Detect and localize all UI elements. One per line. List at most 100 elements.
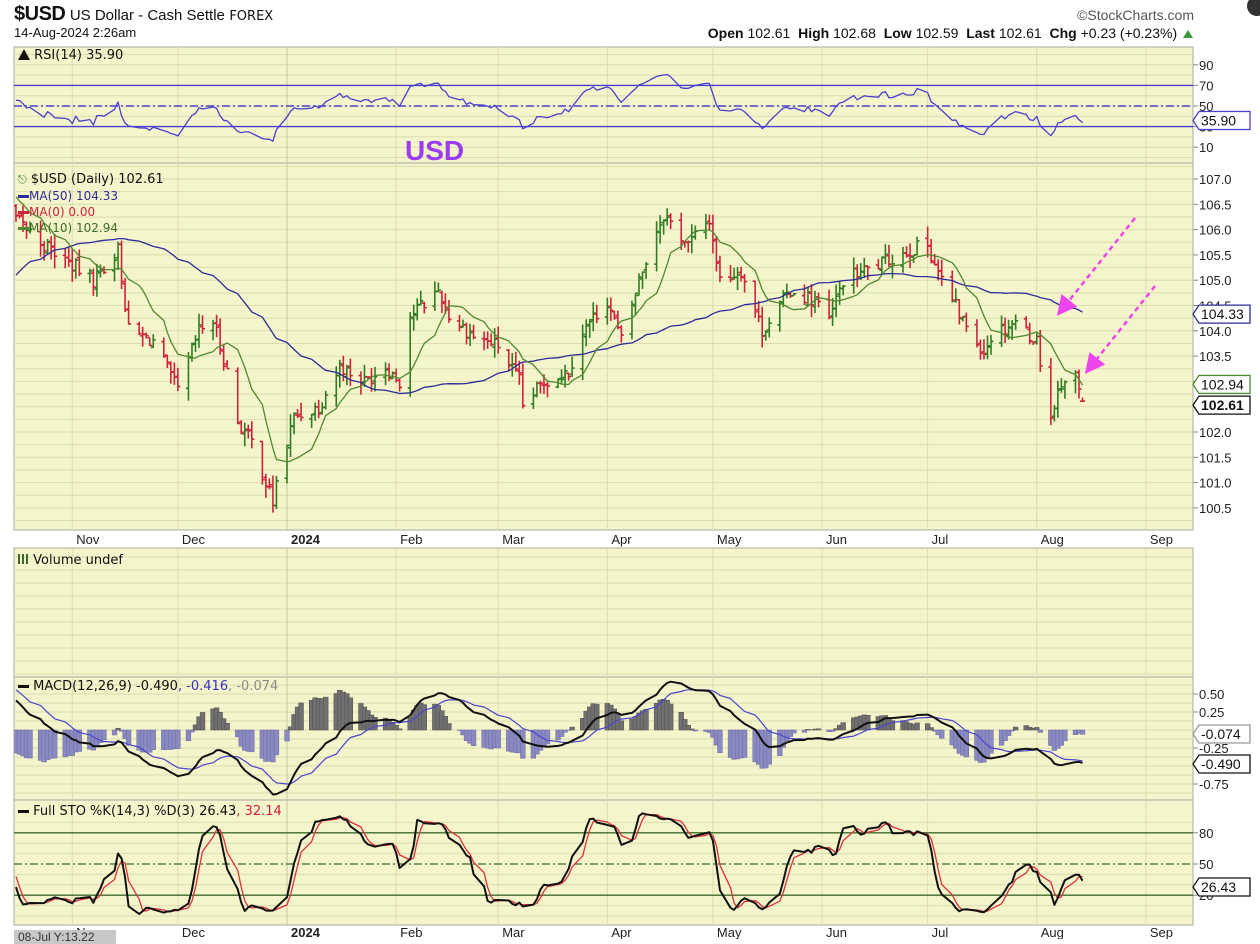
sto-legend: Full STO %K(14,3) %D(3) 26.43, 32.14 xyxy=(18,804,282,819)
price-panel xyxy=(14,163,1193,530)
macd-hist-bar xyxy=(668,704,673,730)
macd-hist-bar xyxy=(274,730,279,755)
y-tick-label: 80 xyxy=(1199,826,1213,841)
stock-chart[interactable]: NovNovDecDec20242024FebFebMarMarAprAprMa… xyxy=(0,0,1260,939)
vol-panel xyxy=(14,548,1193,677)
x-tick-label: Mar xyxy=(502,532,525,547)
rsi-value-tag: 35.90 xyxy=(1193,112,1250,130)
chart-title: $USD US Dollar - Cash Settle FOREX xyxy=(14,3,273,26)
macd-hist-bar xyxy=(644,709,649,730)
y-tick-label: 0.50 xyxy=(1199,687,1224,702)
ma50-swatch-icon xyxy=(18,195,29,198)
sto-d-label: , 32.14 xyxy=(236,804,281,819)
rsi-label: RSI(14) 35.90 xyxy=(34,48,123,63)
ma0-label: MA(0) 0.00 xyxy=(29,205,95,219)
high-value: 102.68 xyxy=(833,25,876,41)
x-tick-label: May xyxy=(717,532,742,547)
macd-hist-bar xyxy=(52,730,57,758)
macd-hist-bar xyxy=(200,712,205,730)
x-tick-label: May xyxy=(717,925,742,939)
macd-label: MACD(12,26,9) -0.490 xyxy=(33,679,178,694)
y-tick-label: 101.0 xyxy=(1199,476,1232,491)
macd-hist-bar xyxy=(929,728,934,730)
last-value: 102.61 xyxy=(999,25,1042,41)
sto-k-tag: 26.43 xyxy=(1193,878,1250,896)
macd-swatch-icon xyxy=(18,685,29,688)
brand-logo[interactable]: ©StockCharts.com xyxy=(1077,7,1194,23)
y-tick-label: 103.5 xyxy=(1199,349,1232,364)
macd-hist-bar xyxy=(841,723,846,730)
macd-hist-bar xyxy=(348,698,353,730)
sto-k-tag-text: 26.43 xyxy=(1201,879,1236,895)
ma50-label: MA(50) 104.33 xyxy=(29,189,118,203)
macd-hist-bar xyxy=(190,730,195,732)
open-label: Open xyxy=(708,25,744,41)
x-tick-label: Dec xyxy=(182,925,206,939)
last-label: Last xyxy=(966,25,995,41)
macd-value-tag-text: -0.490 xyxy=(1201,756,1241,772)
ohlc-bars-icon: ⎋ xyxy=(18,173,27,186)
rsi-mountain-icon xyxy=(18,49,30,60)
macd-hist-bar xyxy=(816,729,821,730)
x-tick-label: Feb xyxy=(400,925,422,939)
x-tick-label: Apr xyxy=(611,532,632,547)
y-tick-label: 105.5 xyxy=(1199,248,1232,263)
macd-hist-bar xyxy=(447,724,452,730)
ma10-value-tag-text: 102.94 xyxy=(1201,376,1244,392)
macd-hist-bar xyxy=(285,730,290,741)
x-tick-label: Sep xyxy=(1150,532,1173,547)
macd-hist-bar xyxy=(323,697,328,730)
macd-signal-label: , -0.416 xyxy=(178,679,228,694)
macd-hist-bar xyxy=(939,730,944,738)
x-tick-label: Dec xyxy=(182,532,206,547)
volume-label: Volume undef xyxy=(33,553,123,568)
rsi-legend: RSI(14) 35.90 xyxy=(18,48,123,63)
symbol: $USD xyxy=(14,3,65,25)
y-tick-label: 100.5 xyxy=(1199,501,1232,516)
macd-value-tag: -0.490 xyxy=(1193,755,1250,773)
macd-hist-bar xyxy=(1063,730,1068,741)
macd-hist-bar xyxy=(791,730,796,733)
macd-legend: MACD(12,26,9) -0.490, -0.416, -0.074 xyxy=(18,679,278,694)
x-tick-label: Jun xyxy=(826,925,847,939)
macd-hist-bar xyxy=(989,730,994,753)
low-label: Low xyxy=(884,25,912,41)
y-tick-label: 10 xyxy=(1199,140,1213,155)
macd-hist-bar xyxy=(520,730,525,758)
macd-hist-bar xyxy=(225,723,230,730)
y-tick-label: 106.5 xyxy=(1199,197,1232,212)
exchange: FOREX xyxy=(229,9,273,24)
price-label: $USD (Daily) 102.61 xyxy=(31,172,164,187)
macd-hist-bar xyxy=(619,721,624,730)
macd-hist-bar xyxy=(742,730,747,757)
macd-hist-bar xyxy=(422,705,427,730)
quote-bar: Open 102.61 High 102.68 Low 102.59 Last … xyxy=(708,25,1193,41)
ma50-value-tag: 104.33 xyxy=(1193,305,1250,323)
volume-bars-icon xyxy=(18,554,29,564)
macd-hist-bar xyxy=(693,730,698,731)
macd-hist-bar xyxy=(175,730,180,749)
instrument-name: US Dollar - Cash Settle xyxy=(70,7,225,24)
macd-hist-bar xyxy=(151,730,156,750)
macd-hist-bar xyxy=(373,717,378,730)
y-tick-label: 70 xyxy=(1199,78,1213,93)
high-label: High xyxy=(798,25,829,41)
macd-hist-bar xyxy=(471,730,476,746)
cursor-readout: 08-Jul Y:13.22 xyxy=(14,930,116,944)
x-tick-label: Jun xyxy=(826,532,847,547)
macd-hist-bar xyxy=(28,730,33,758)
macd-hist-bar xyxy=(112,730,117,735)
x-tick-label: Aug xyxy=(1041,532,1064,547)
x-tick-label: Jul xyxy=(932,925,949,939)
ma10-swatch-icon xyxy=(18,227,29,230)
open-value: 102.61 xyxy=(747,25,790,41)
macd-hist-bar xyxy=(299,703,304,730)
triangle-up-icon xyxy=(1183,30,1193,38)
chg-value: +0.23 (+0.23%) xyxy=(1081,25,1178,41)
x-tick-label: Aug xyxy=(1041,925,1064,939)
x-tick-label: Feb xyxy=(400,532,422,547)
usd-annotation: USD xyxy=(405,135,464,167)
macd-hist-bar xyxy=(102,730,107,740)
y-tick-label: 50 xyxy=(1199,857,1213,872)
x-tick-label: Nov xyxy=(76,532,100,547)
